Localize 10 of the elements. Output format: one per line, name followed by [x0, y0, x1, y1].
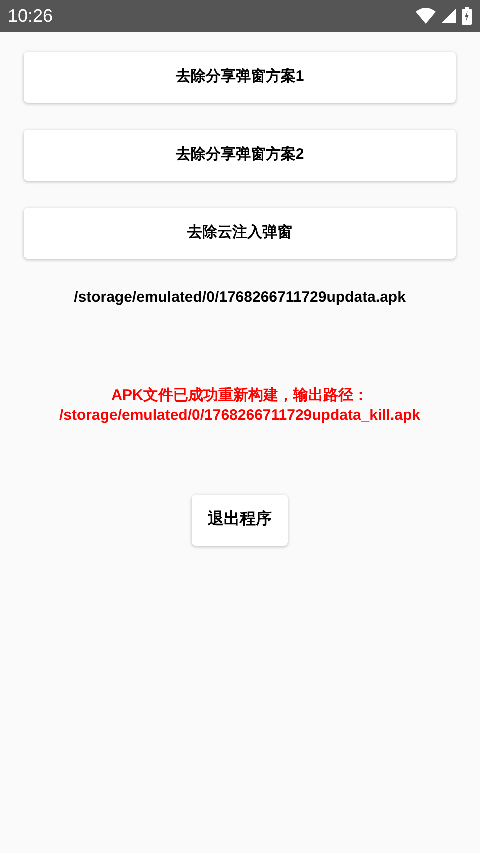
status-time: 10:26	[8, 4, 54, 28]
action-button[interactable]: 去除云注入弹窗	[24, 208, 456, 259]
action-button[interactable]: 去除分享弹窗方案1	[24, 52, 456, 103]
battery-icon	[462, 7, 472, 25]
exit-button[interactable]: 退出程序	[192, 494, 288, 546]
action-button[interactable]: 去除分享弹窗方案2	[24, 130, 456, 181]
input-path-text: /storage/emulated/0/1768266711729updata.apk	[73, 288, 407, 308]
signal-icon	[442, 9, 456, 23]
wifi-icon	[416, 8, 436, 24]
result-message: APK文件已成功重新构建，输出路径： /storage/emulated/0/1768266711729updata_kill.apk	[58, 386, 422, 426]
